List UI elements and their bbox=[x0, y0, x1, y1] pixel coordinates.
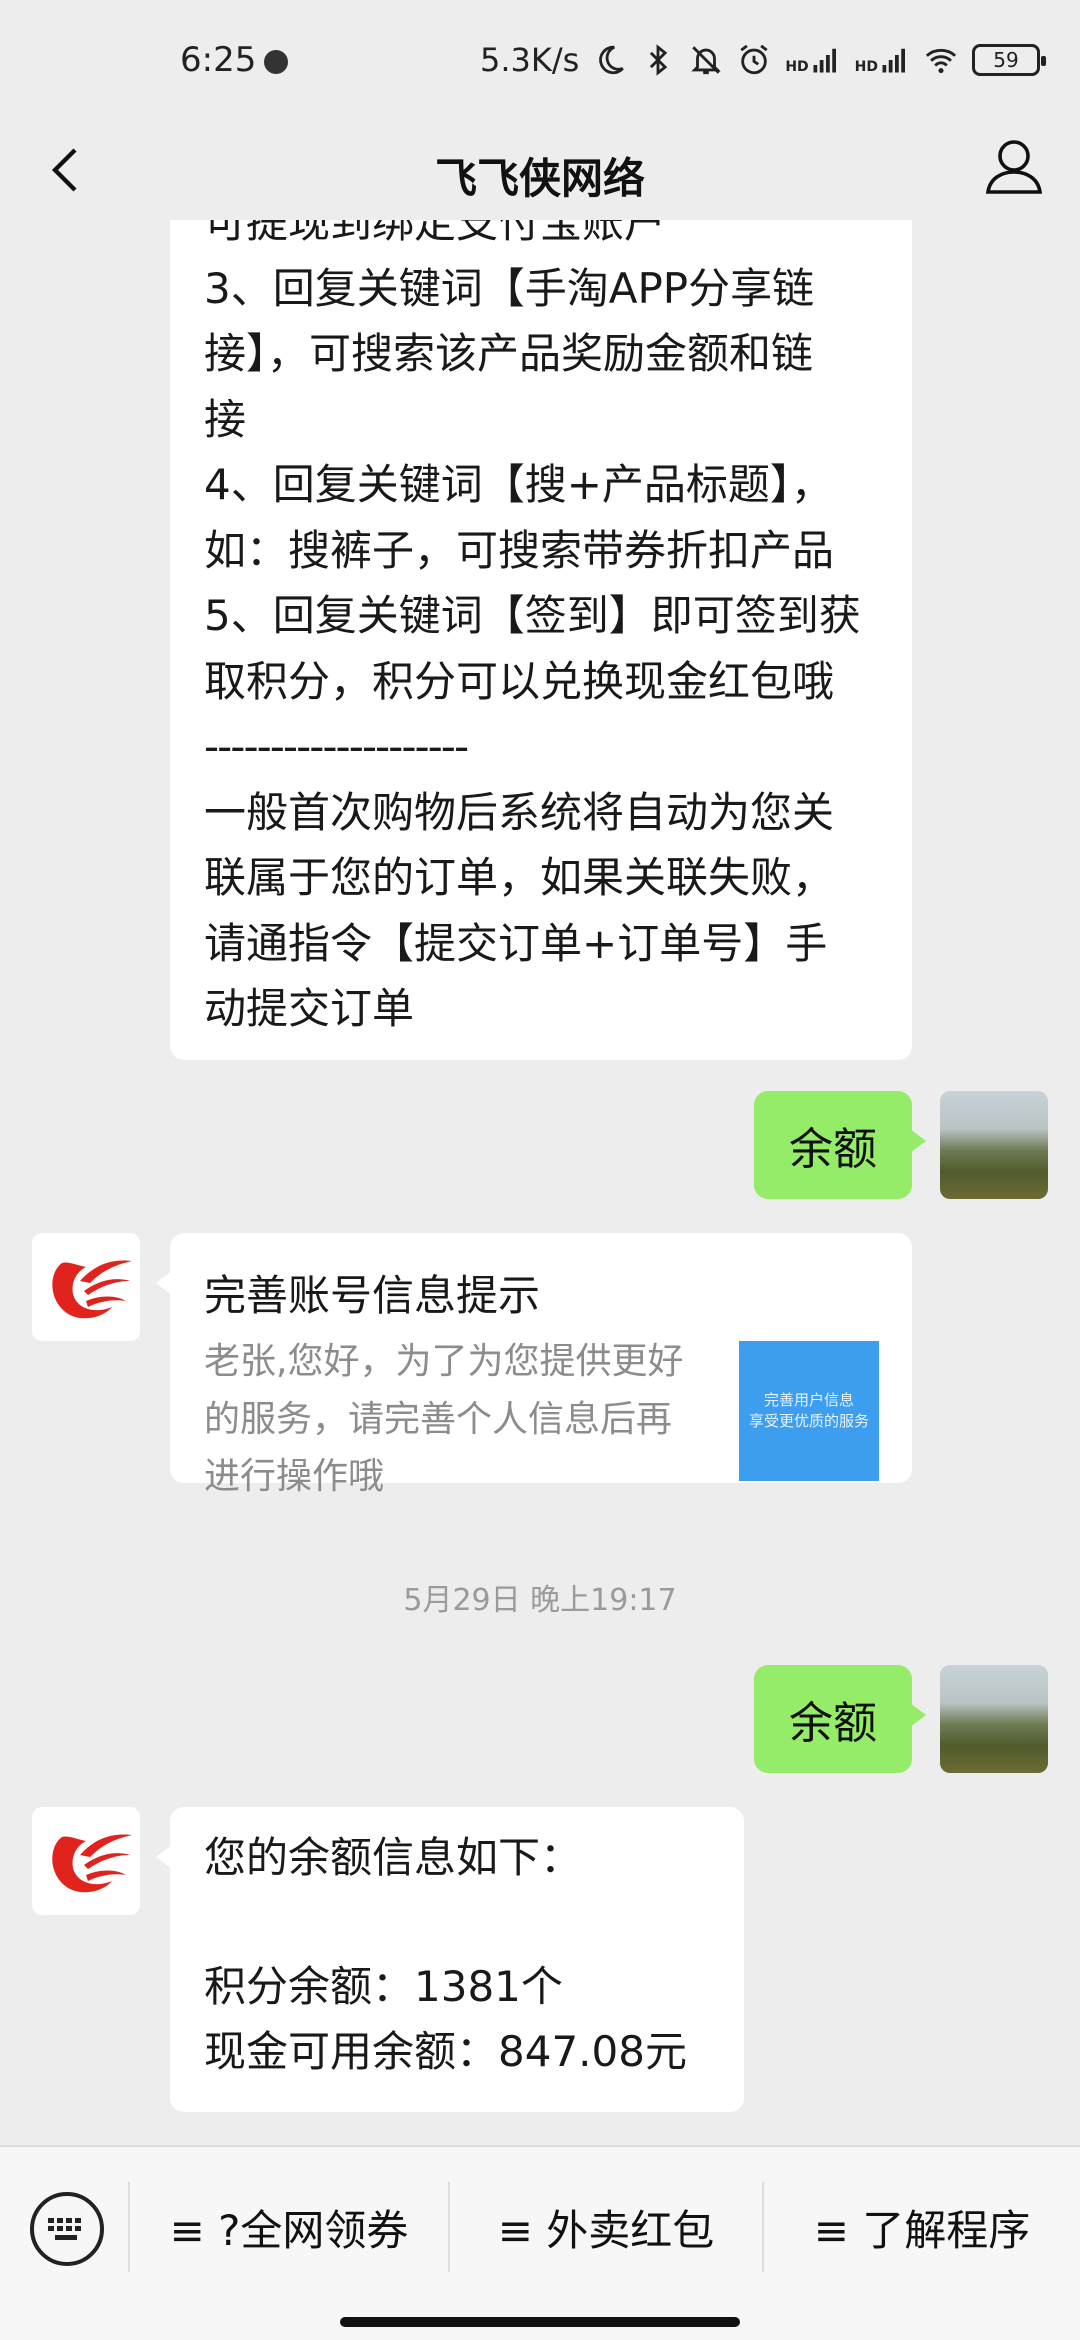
message-line: 4、回复关键词【搜+产品标题】， bbox=[204, 460, 833, 510]
bot-avatar[interactable] bbox=[32, 1807, 140, 1915]
status-time: 6:25 bbox=[180, 40, 257, 80]
thumb-text: 完善用户信息 bbox=[763, 1391, 854, 1409]
status-bar: 6:25 5.3K/s HD HD 59 bbox=[0, 0, 1080, 125]
user-message[interactable]: 余额 bbox=[754, 1091, 926, 1199]
menu-item-label: ≡ 了解程序 bbox=[813, 2205, 1031, 2255]
cash-balance: 现金可用余额：847.08元 bbox=[204, 2027, 687, 2077]
bottom-menu-bar: ≡ ?全网领券 ≡ 外卖红包 ≡ 了解程序 bbox=[0, 2145, 1080, 2340]
chat-area[interactable]: 可提现到绑定支付宝账户 3、回复关键词【手淘APP分享链 接】，可搜索该产品奖励… bbox=[0, 220, 1080, 2145]
card-title: 完善账号信息提示 bbox=[204, 1271, 541, 1320]
thumb-text: 享受更优质的服务 bbox=[748, 1412, 869, 1430]
timestamp: 5月29日 晚上19:17 bbox=[403, 1583, 677, 1618]
signal-label-2: HD bbox=[854, 59, 878, 75]
points-balance: 积分余额：1381个 bbox=[204, 1962, 563, 2012]
notification-dot-icon bbox=[264, 50, 288, 74]
message-line: 联属于您的订单，如果关联失败， bbox=[204, 853, 835, 903]
signal-label-1: HD bbox=[785, 59, 809, 75]
message-line: 取积分，积分可以兑换现金红包哦 bbox=[204, 656, 835, 706]
message-line: 您的余额信息如下： bbox=[204, 1833, 583, 1882]
message-line: 可提现到绑定支付宝账户 bbox=[204, 220, 667, 247]
card-desc-line: 老张,您好，为了为您提供更好 bbox=[204, 1341, 684, 1382]
keyboard-toggle-button[interactable] bbox=[30, 2192, 104, 2266]
message-line: 3、回复关键词【手淘APP分享链 bbox=[204, 263, 815, 313]
moon-icon bbox=[599, 45, 625, 75]
card-description: 老张,您好，为了为您提供更好 的服务，请完善个人信息后再 进行操作哦 bbox=[204, 1333, 683, 1506]
message-line: 接 bbox=[204, 394, 247, 444]
menu-item-label: ≡ 外卖红包 bbox=[497, 2205, 715, 2255]
card-desc-line: 进行操作哦 bbox=[204, 1456, 385, 1498]
menu-item-takeout[interactable]: ≡ 外卖红包 bbox=[450, 2187, 762, 2267]
menu-item-coupons[interactable]: ≡ ?全网领券 bbox=[130, 2187, 448, 2267]
wifi-icon bbox=[925, 48, 957, 74]
person-icon bbox=[985, 140, 1043, 194]
user-avatar[interactable] bbox=[940, 1091, 1048, 1199]
message-line: 如：搜裤子，可搜索带券折扣产品 bbox=[204, 525, 835, 575]
divider-line: -------------------- bbox=[204, 722, 469, 772]
network-speed: 5.3K/s bbox=[479, 41, 580, 79]
bird-logo-icon bbox=[52, 1834, 132, 1893]
message-line: 一般首次购物后系统将自动为您关 bbox=[204, 787, 835, 837]
battery-icon: 59 bbox=[972, 44, 1046, 76]
bot-message-help[interactable]: 可提现到绑定支付宝账户 3、回复关键词【手淘APP分享链 接】，可搜索该产品奖励… bbox=[170, 220, 912, 1060]
bird-logo-icon bbox=[52, 1260, 132, 1319]
user-avatar[interactable] bbox=[940, 1665, 1048, 1773]
card-thumbnail: 完善用户信息 享受更优质的服务 bbox=[739, 1341, 879, 1481]
status-icons: 5.3K/s HD HD 59 bbox=[479, 38, 1046, 82]
profile-prompt-card[interactable]: 完善账号信息提示 老张,您好，为了为您提供更好 的服务，请完善个人信息后再 进行… bbox=[156, 1233, 912, 1497]
nav-bar: 飞飞侠网络 bbox=[0, 125, 1080, 220]
bot-avatar[interactable] bbox=[32, 1233, 140, 1341]
page-title: 飞飞侠网络 bbox=[434, 154, 645, 203]
keyboard-icon bbox=[48, 2218, 81, 2240]
home-indicator[interactable] bbox=[340, 2317, 740, 2327]
message-line: 接】，可搜索该产品奖励金额和链 bbox=[204, 329, 814, 379]
user-message[interactable]: 余额 bbox=[754, 1665, 926, 1773]
mute-bell-icon bbox=[691, 46, 722, 75]
card-desc-line: 的服务，请完善个人信息后再 bbox=[204, 1398, 673, 1440]
menu-item-label: ≡ ?全网领券 bbox=[169, 2205, 409, 2255]
message-text: 余额 bbox=[789, 1698, 877, 1749]
message-text: 余额 bbox=[789, 1124, 877, 1175]
bluetooth-icon bbox=[650, 44, 668, 76]
alarm-icon bbox=[740, 44, 768, 75]
message-line bbox=[204, 1890, 714, 1954]
profile-button[interactable] bbox=[978, 130, 1050, 202]
message-line: 请通指令【提交订单+订单号】手 bbox=[204, 918, 828, 968]
menu-item-about[interactable]: ≡ 了解程序 bbox=[764, 2187, 1080, 2267]
signal-icon-1: HD bbox=[785, 45, 840, 75]
signal-icon-2: HD bbox=[855, 45, 910, 75]
message-line: 5、回复关键词【签到】即可签到获 bbox=[204, 591, 861, 641]
message-line: 动提交订单 bbox=[204, 984, 415, 1034]
bot-message-balance[interactable]: 您的余额信息如下： 积分余额：1381个 现金可用余额：847.08元 bbox=[156, 1807, 744, 2112]
